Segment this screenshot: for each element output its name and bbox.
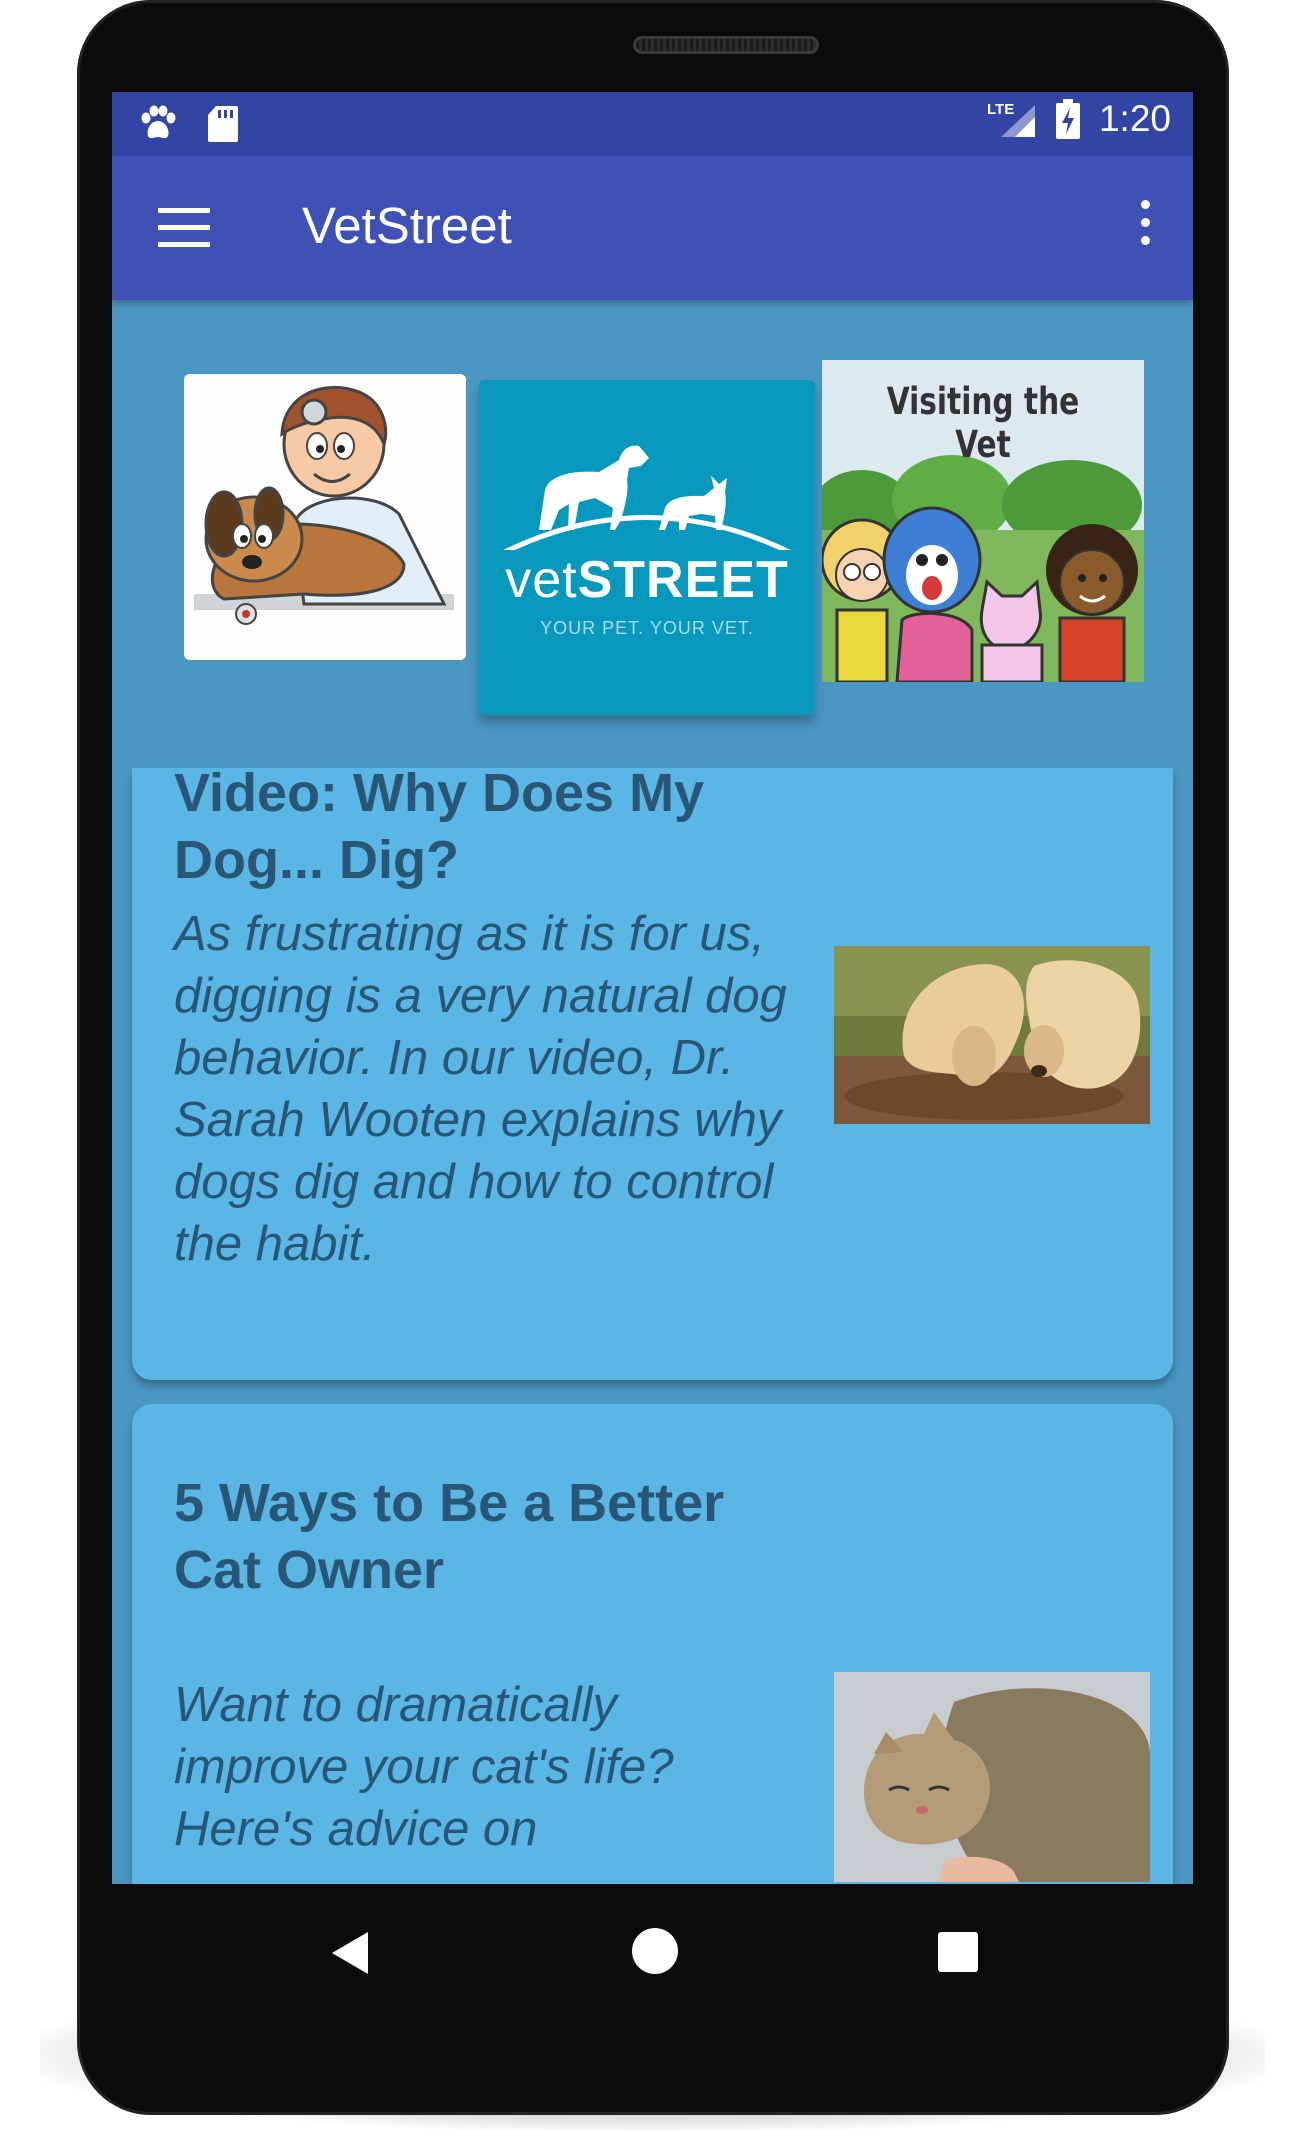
more-vert-icon (1140, 200, 1150, 209)
article-description: Want to dramatically improve your cat's … (174, 1678, 674, 1856)
hamburger-icon (158, 208, 210, 213)
hamburger-icon-line (158, 225, 210, 230)
dog-and-cat-silhouette-icon (503, 445, 791, 550)
logo-tagline: YOUR PET. YOUR VET. (540, 618, 754, 638)
app-bar: VetStreet (112, 156, 1193, 300)
visiting-the-vet-title: Visiting the Vet (886, 380, 1080, 466)
vet-cartoon-illustration (184, 374, 466, 660)
status-bar: LTE 1:20 (112, 92, 1193, 156)
navigation-menu-button[interactable] (158, 208, 210, 248)
home-button[interactable] (632, 1928, 678, 1974)
article-title: 5 Ways to Be a Better Cat Owner (174, 1473, 725, 1600)
article-title: Video: Why Does My Dog... Dig? (174, 768, 705, 890)
article-card[interactable]: Video: Why Does My Dog... Dig? As frustr… (132, 768, 1173, 1380)
article-thumbnail (834, 946, 1150, 1124)
visiting-the-vet-image[interactable]: Visiting the Vet (822, 360, 1144, 682)
article-thumbnail (834, 1672, 1150, 1882)
vetstreet-logo[interactable]: vetSTREET YOUR PET. YOUR VET. (479, 380, 815, 715)
status-clock: 1:20 (1098, 98, 1171, 139)
logo-brand-light: vet (505, 551, 578, 609)
vet-cartoon-image[interactable] (184, 374, 466, 660)
dogs-digging-photo (834, 946, 1150, 1124)
article-card[interactable]: 5 Ways to Be a Better Cat Owner Want to … (132, 1404, 1173, 1884)
hamburger-icon-line (158, 242, 210, 247)
more-vert-icon-dot (1140, 218, 1150, 227)
paw-icon (141, 105, 176, 139)
sd-card-icon (208, 106, 238, 142)
earpiece-speaker (633, 36, 819, 54)
screen: LTE 1:20 VetStreet vetSTREET YOUR PET. Y… (112, 92, 1193, 1884)
battery-charging-icon (1055, 99, 1080, 139)
more-vert-icon-dot (1140, 236, 1150, 245)
system-status: LTE 1:20 (987, 98, 1171, 140)
lte-signal-icon: LTE (987, 99, 1037, 139)
back-triangle-icon (332, 1932, 368, 1974)
app-title: VetStreet (302, 197, 512, 254)
article-description: As frustrating as it is for us, digging … (174, 907, 787, 1271)
overflow-menu-button[interactable] (1135, 200, 1155, 256)
logo-wordmark: vetSTREET (479, 550, 815, 610)
banner: vetSTREET YOUR PET. YOUR VET. Visiting t… (112, 300, 1193, 760)
cat-photo (834, 1672, 1150, 1882)
system-navigation-bar (112, 1884, 1193, 2034)
back-button[interactable] (330, 1930, 370, 1981)
recent-apps-button[interactable] (938, 1932, 978, 1972)
notification-icons (138, 104, 240, 144)
logo-brand-bold: STREET (577, 551, 789, 609)
